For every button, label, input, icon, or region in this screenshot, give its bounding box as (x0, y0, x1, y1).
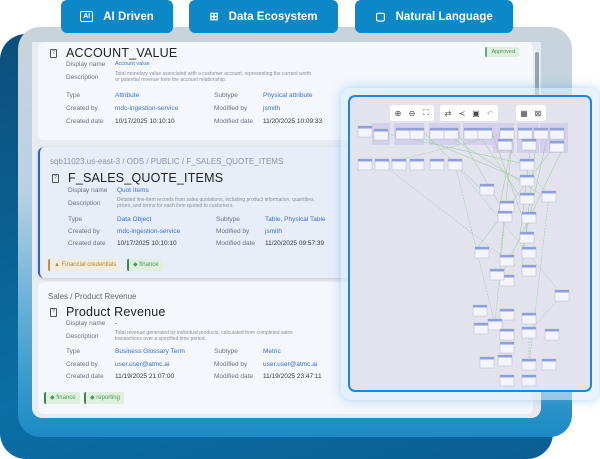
graph-node-header (375, 159, 389, 162)
display-name-link[interactable]: Account value (115, 61, 150, 67)
created-by-link[interactable]: user.user@atmc.ai (115, 361, 169, 368)
tag-financial-credentials[interactable]: ▲ Financial credentials (48, 259, 121, 271)
graph-node-header (522, 139, 536, 142)
graph-node-header (522, 212, 536, 215)
modified-by-link[interactable]: jsmith (263, 105, 280, 112)
graph-node-header (534, 128, 548, 131)
card-title: F_SALES_QUOTE_ITEMS (68, 171, 224, 185)
graph-node-header (358, 159, 372, 162)
graph-edge (381, 163, 508, 261)
graph-node-header (498, 211, 512, 214)
graph-node-header (500, 375, 514, 378)
ai-icon: AI (80, 11, 94, 22)
graph-node-header (500, 309, 514, 312)
type-link[interactable]: Business Glossary Term (115, 348, 185, 355)
type-link[interactable]: Attribute (115, 92, 139, 99)
graph-node-header (555, 290, 569, 293)
subtype-link[interactable]: Physical attribute (263, 92, 313, 99)
graph-node-header (500, 255, 514, 258)
graph-node-header (522, 247, 536, 250)
graph-node-header (520, 175, 534, 178)
graph-node-header (488, 319, 502, 322)
display-name-link[interactable]: Quot Items (117, 187, 149, 194)
created-by-link[interactable]: mdc-ingestion-service (117, 228, 180, 235)
graph-node-header (358, 126, 372, 129)
status-badge: Approved (485, 47, 519, 57)
graph-node-header (518, 128, 532, 131)
graph-node-header (522, 375, 536, 378)
graph-node-header (542, 359, 556, 362)
graph-node-header (500, 342, 514, 345)
graph-node-header (474, 323, 488, 326)
graph-node-header (522, 327, 536, 330)
graph-node-header (550, 141, 564, 144)
graph-node-header (500, 329, 514, 332)
classification-icon: ▲ (54, 262, 62, 268)
natural-language-button[interactable]: ▢ Natural Language (355, 0, 513, 33)
graph-node-header (475, 247, 489, 250)
graph-node-header (522, 359, 536, 362)
tag-finance[interactable]: ◆ finance (44, 392, 80, 404)
graph-node-header (500, 201, 514, 204)
graph-node-header (396, 128, 410, 131)
graph-node-header (473, 305, 487, 308)
tag-reporting[interactable]: ◆ reporting (84, 392, 124, 404)
graph-node-header (498, 355, 512, 358)
ai-driven-button[interactable]: AI AI Driven (61, 0, 173, 33)
lineage-graph[interactable]: ⊕ ⊖ ⛶ ⇄ ≺ ▣ ↶ ▦ ⊠ (348, 95, 592, 392)
subtype-link[interactable]: Table, Physical Table (265, 216, 326, 223)
graph-node-header (480, 357, 494, 360)
graph-node-header (490, 269, 504, 272)
graph-node-header (410, 159, 424, 162)
card-title: ACCOUNT_VALUE (66, 46, 178, 60)
graph-node-header (430, 128, 444, 131)
card-title: Product Revenue (66, 305, 166, 319)
graph-node-header (480, 184, 494, 187)
hierarchy-icon: ⊞ (209, 11, 219, 23)
graph-node-header (520, 159, 534, 162)
glossary-term-icon: ? (50, 308, 57, 317)
data-ecosystem-button[interactable]: ⊞ Data Ecosystem (189, 0, 338, 33)
graph-node-header (478, 128, 492, 131)
subtype-link[interactable]: Metric (263, 348, 281, 355)
graph-node-header (520, 232, 534, 235)
graph-node-header (410, 128, 424, 131)
graph-node-header (444, 128, 458, 131)
graph-node-header (550, 128, 564, 131)
breadcrumb: sqb11023.us-east-3 / ODS / PUBLIC / F_SA… (50, 157, 284, 166)
graph-node-header (542, 191, 556, 194)
modified-by-link[interactable]: jsmith (265, 228, 282, 235)
created-by-link[interactable]: mdc-ingestion-service (115, 105, 178, 112)
breadcrumb: Sales / Product Revenue (48, 292, 137, 301)
type-link[interactable]: Data Object (117, 216, 151, 223)
graph-node-header (430, 159, 444, 162)
graph-canvas[interactable] (350, 97, 590, 390)
modified-by-link[interactable]: user.user@atmc.ai (263, 361, 317, 368)
tag-finance[interactable]: ◆ finance (127, 259, 163, 271)
graph-node-header (498, 139, 512, 142)
attribute-icon: ? (50, 49, 57, 58)
graph-node-header (545, 329, 559, 332)
graph-node-header (464, 128, 478, 131)
graph-node-header (392, 159, 406, 162)
graph-node-header (522, 313, 536, 316)
data-object-icon: ? (52, 174, 59, 183)
graph-node-header (522, 265, 536, 268)
graph-node-header (520, 193, 534, 196)
graph-node-header (500, 128, 514, 131)
graph-node-header (374, 129, 388, 132)
graph-node-header (448, 159, 462, 162)
chat-icon: ▢ (375, 11, 386, 23)
